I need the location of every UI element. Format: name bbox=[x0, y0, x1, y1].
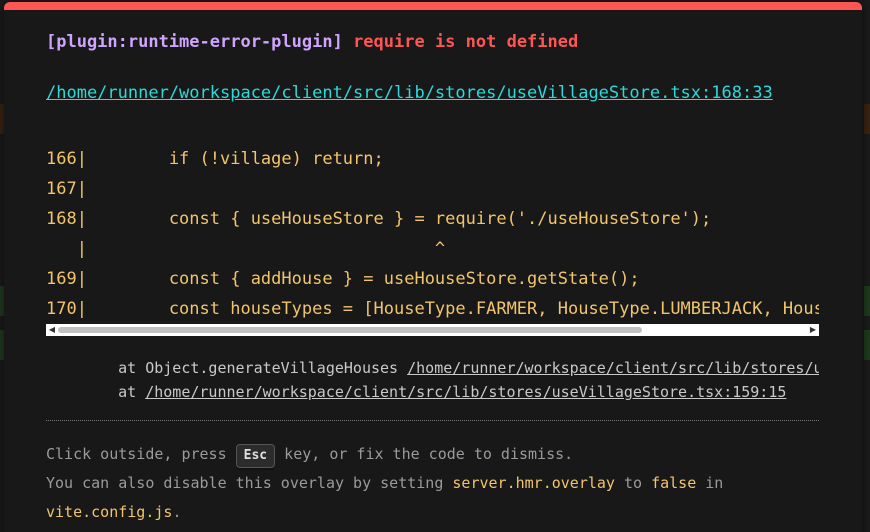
stack-link[interactable]: /home/runner/workspace/client/src/lib/st… bbox=[145, 383, 786, 401]
error-message: [plugin:runtime-error-plugin] require is… bbox=[46, 32, 578, 52]
tip-text: Click outside, press bbox=[46, 445, 236, 463]
stack-line: at Object.generateVillageHouses /home/ru… bbox=[82, 356, 819, 380]
scroll-thumb[interactable] bbox=[58, 327, 642, 333]
stack-link[interactable]: /home/runner/workspace/client/src/lib/st… bbox=[407, 359, 819, 377]
tip-line: Click outside, press Esc key, or fix the… bbox=[46, 440, 819, 469]
stack-prefix: at bbox=[82, 383, 146, 401]
tip-text: . bbox=[172, 503, 182, 521]
error-file-link[interactable]: /home/runner/workspace/client/src/lib/st… bbox=[46, 78, 819, 108]
divider bbox=[46, 420, 819, 421]
setting-value: false bbox=[651, 474, 697, 492]
tip-text: in bbox=[696, 474, 724, 492]
plugin-name: [plugin:runtime-error-plugin] bbox=[46, 32, 343, 52]
error-text: require is not defined bbox=[353, 32, 579, 52]
stack-prefix: at Object.generateVillageHouses bbox=[82, 359, 408, 377]
dismiss-tip: Click outside, press Esc key, or fix the… bbox=[46, 440, 819, 527]
stack-trace: at Object.generateVillageHouses /home/ru… bbox=[82, 356, 819, 404]
esc-key: Esc bbox=[235, 444, 276, 468]
code-frame-scrollbar[interactable]: ◀ ▶ bbox=[46, 324, 819, 336]
code-line: 166| if (!village) return; bbox=[46, 149, 384, 169]
backdrop-strip bbox=[864, 330, 870, 360]
tip-line: vite.config.js. bbox=[46, 498, 819, 527]
code-line: 169| const { addHouse } = useHouseStore.… bbox=[46, 269, 640, 289]
code-line: 170| const houseTypes = [HouseType.FARME… bbox=[46, 299, 819, 319]
backdrop-strip bbox=[864, 286, 870, 316]
error-caret-line: | ^ bbox=[46, 239, 446, 259]
stack-line: at /home/runner/workspace/client/src/lib… bbox=[82, 380, 819, 404]
code-frame: 166| if (!village) return; 167| 168| con… bbox=[46, 144, 819, 328]
tip-text: key, or fix the code to dismiss. bbox=[275, 445, 574, 463]
tip-text: You can also disable this overlay by set… bbox=[46, 474, 453, 492]
code-line: 167| bbox=[46, 179, 87, 199]
tip-text: to bbox=[614, 474, 652, 492]
tip-line: You can also disable this overlay by set… bbox=[46, 469, 819, 498]
scroll-right-icon[interactable]: ▶ bbox=[807, 324, 819, 336]
code-line: 168| const { useHouseStore } = require('… bbox=[46, 209, 712, 229]
setting-name: server.hmr.overlay bbox=[452, 474, 615, 492]
error-overlay: [plugin:runtime-error-plugin] require is… bbox=[4, 2, 862, 532]
backdrop-strip bbox=[864, 104, 870, 134]
config-file: vite.config.js bbox=[46, 503, 173, 521]
scroll-left-icon[interactable]: ◀ bbox=[46, 324, 58, 336]
